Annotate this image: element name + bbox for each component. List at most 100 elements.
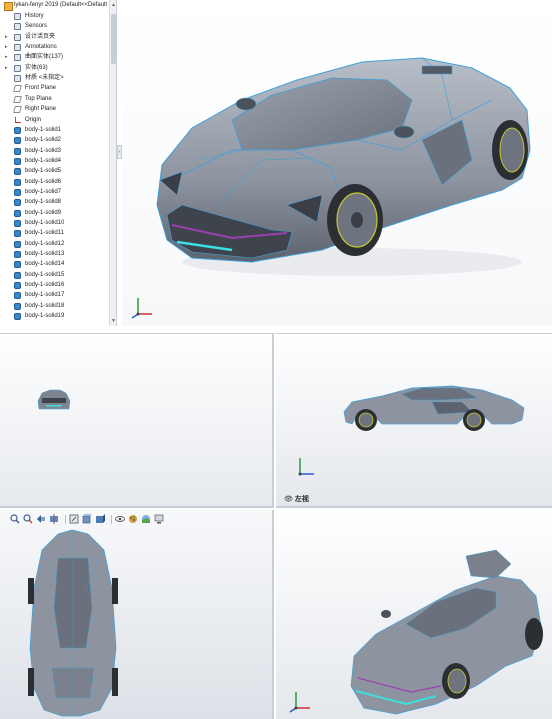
body-icon	[14, 178, 21, 186]
body-icon	[14, 209, 21, 217]
tree-item[interactable]: body-1-solid17	[0, 290, 110, 300]
tree-item[interactable]: ▸ 设计活页夹	[0, 32, 110, 42]
expand-arrow-icon[interactable]: ▸	[5, 32, 11, 42]
tree-item-label: body-1-solid6	[25, 178, 62, 185]
body-icon	[14, 147, 21, 155]
heads-up-view-toolbar	[10, 512, 167, 526]
history-icon	[14, 13, 21, 20]
tree-item[interactable]: body-1-solid19	[0, 311, 110, 321]
view-settings-icon[interactable]	[154, 514, 164, 524]
scroll-down-arrow-icon[interactable]: ▼	[111, 318, 116, 324]
tree-item[interactable]: body-1-solid1	[0, 125, 110, 135]
eye-icon: 👁	[284, 496, 293, 503]
previous-view-icon[interactable]	[36, 514, 46, 524]
tree-item-label: body-1-solid10	[25, 220, 65, 226]
tree-item[interactable]: body-1-solid13	[0, 249, 110, 259]
apply-scene-icon[interactable]	[141, 514, 151, 524]
tree-item[interactable]: body-1-solid9	[0, 208, 110, 218]
tree-item-label: 实体(63)	[25, 64, 48, 71]
tree-item[interactable]: body-1-solid6	[0, 177, 110, 187]
body-icon	[14, 199, 21, 207]
tree-item-label: body-1-solid13	[25, 251, 65, 258]
front-wheel	[327, 184, 383, 256]
tree-item[interactable]: body-1-solid12	[0, 239, 110, 249]
tree-item-label: 曲面实体(137)	[25, 54, 64, 61]
tree-item[interactable]: Right Plane	[0, 104, 110, 114]
zoom-to-fit-icon[interactable]	[10, 514, 20, 524]
tree-item-label: body-1-solid7	[25, 188, 62, 195]
view-label: 👁 左视	[284, 494, 309, 504]
zoom-area-icon[interactable]	[23, 514, 33, 524]
viewport-left[interactable]: 👁 左视	[276, 333, 552, 508]
toolbar-separator	[65, 514, 66, 524]
tree-item[interactable]: body-1-solid2	[0, 135, 110, 145]
tree-item[interactable]: Origin	[0, 115, 110, 125]
scroll-thumb[interactable]	[111, 14, 116, 64]
expand-arrow-icon[interactable]: ▸	[5, 63, 11, 73]
tree-item-label: body-1-solid12	[25, 240, 65, 247]
tree-item[interactable]: 材质 <未指定>	[0, 73, 110, 83]
tree-item-label: body-1-solid16	[25, 282, 65, 289]
tree-item-label: Origin	[25, 116, 42, 123]
tree-root-part[interactable]: lykan-fenyr 2019 (Default<<Default	[0, 0, 110, 11]
tree-item[interactable]: body-1-solid10	[0, 218, 110, 228]
tree-item-label: body-1-solid4	[25, 157, 62, 164]
tree-item[interactable]: ▸ 实体(63)	[0, 63, 110, 73]
dynamic-annotation-icon[interactable]	[69, 514, 79, 524]
tree-item[interactable]: Sensors	[0, 21, 110, 31]
tree-item-label: 材质 <未指定>	[25, 75, 64, 82]
tree-item[interactable]: body-1-solid8	[0, 197, 110, 207]
tree-item-label: body-1-solid8	[25, 199, 62, 206]
coordinate-triad-left-icon	[298, 458, 314, 476]
section-view-icon[interactable]	[49, 514, 59, 524]
body-icon	[14, 137, 21, 145]
feature-manager-tree: lykan-fenyr 2019 (Default<<Default Histo…	[0, 0, 117, 326]
body-icon	[14, 220, 21, 227]
body-icon	[14, 230, 21, 238]
tree-item[interactable]: body-1-solid5	[0, 166, 110, 176]
tree-item[interactable]: body-1-solid3	[0, 146, 110, 156]
body-icon	[14, 302, 21, 310]
viewport-isometric[interactable]	[276, 510, 552, 719]
body-icon	[14, 251, 21, 259]
body-icon	[14, 126, 21, 134]
tree-item[interactable]: body-1-solid14	[0, 259, 110, 269]
hide-show-items-icon[interactable]	[115, 514, 125, 524]
body-icon	[14, 261, 21, 269]
tree-item[interactable]: ▸ 曲面实体(137)	[0, 52, 110, 62]
tree-item-label: History	[25, 13, 44, 19]
tree-scrollbar[interactable]: ▲ ▼	[109, 0, 116, 326]
body-icon	[14, 240, 21, 248]
tree-item[interactable]: Front Plane	[0, 83, 110, 93]
tree-item[interactable]: body-1-solid16	[0, 280, 110, 290]
expand-arrow-icon[interactable]: ▸	[5, 42, 11, 52]
body-icon	[14, 168, 21, 176]
viewport-top[interactable]	[0, 510, 274, 719]
tree-item[interactable]: body-1-solid18	[0, 301, 110, 311]
body-icon	[14, 292, 21, 300]
material-icon	[14, 75, 21, 83]
car-side-view	[343, 385, 525, 431]
tree-item[interactable]: body-1-solid15	[0, 270, 110, 280]
tree-item-label: body-1-solid5	[25, 168, 62, 175]
plane-icon	[13, 85, 22, 93]
tree-item[interactable]: Top Plane	[0, 94, 110, 104]
view-orientation-icon[interactable]	[82, 514, 92, 524]
body-icon	[14, 282, 21, 290]
body-icon	[14, 313, 21, 321]
tree-item[interactable]: ▸ Annotations	[0, 42, 110, 52]
surface-bodies-icon	[14, 54, 21, 62]
tree-item[interactable]: History	[0, 11, 110, 21]
tree-item[interactable]: body-1-solid4	[0, 156, 110, 166]
edit-appearance-icon[interactable]	[128, 514, 138, 524]
main-graphics-area[interactable]	[122, 0, 552, 326]
display-style-icon[interactable]	[95, 514, 105, 524]
car-iso-large	[156, 57, 531, 276]
tree-item-label: Annotations	[25, 44, 57, 51]
tree-item[interactable]: body-1-solid11	[0, 228, 110, 238]
scroll-up-arrow-icon[interactable]: ▲	[111, 2, 116, 8]
expand-arrow-icon[interactable]: ▸	[5, 52, 11, 62]
tree-item[interactable]: body-1-solid7	[0, 187, 110, 197]
body-icon	[14, 157, 21, 165]
viewport-front[interactable]	[0, 333, 274, 508]
